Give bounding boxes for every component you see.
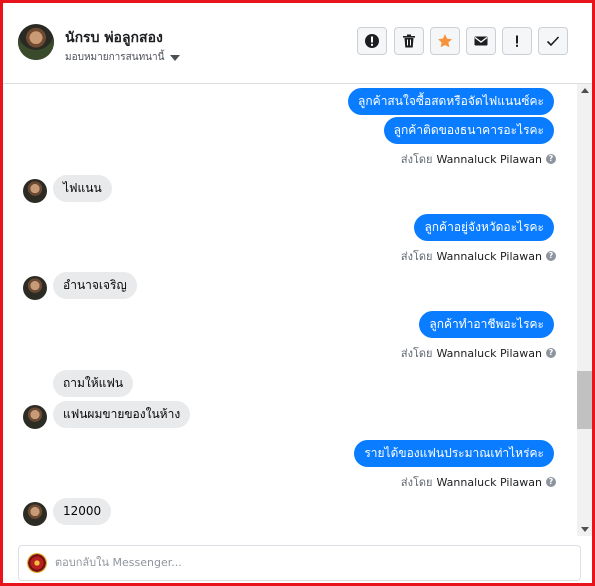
chevron-down-icon <box>170 55 181 61</box>
page-avatar <box>27 553 47 573</box>
incoming-message[interactable]: ไฟแนน <box>53 175 112 202</box>
star-icon <box>438 34 452 48</box>
sent-by-label: ส่งโดย Wannaluck Pilawan ? <box>401 247 556 265</box>
envelope-icon <box>474 36 488 46</box>
delete-button[interactable] <box>394 27 424 55</box>
star-button[interactable] <box>430 27 460 55</box>
assign-label: มอบหมายการสนทนานี้ <box>65 52 165 63</box>
outgoing-message[interactable]: ลูกค้าทำอาชีพอะไรคะ <box>419 311 554 338</box>
sent-by-label: ส่งโดย Wannaluck Pilawan ? <box>401 473 556 491</box>
scroll-down-arrow-icon[interactable] <box>581 527 589 532</box>
mark-spam-button[interactable] <box>357 27 387 55</box>
alert-circle-icon <box>365 34 379 48</box>
sent-by-prefix: ส่งโดย <box>400 476 433 489</box>
contact-avatar-small[interactable] <box>23 276 47 300</box>
follow-up-button[interactable] <box>502 27 532 55</box>
mark-done-button[interactable] <box>538 27 568 55</box>
help-icon[interactable]: ? <box>546 154 556 164</box>
sent-by-prefix: ส่งโดย <box>400 250 433 263</box>
contact-avatar-small[interactable] <box>23 502 47 526</box>
reply-input[interactable] <box>55 556 555 569</box>
incoming-message[interactable]: 12000 <box>53 498 112 525</box>
exclamation-icon <box>516 35 518 47</box>
scrollbar-thumb[interactable] <box>577 371 592 429</box>
sent-by-prefix: ส่งโดย <box>400 153 433 166</box>
scroll-up-arrow-icon[interactable] <box>581 88 589 93</box>
contact-avatar-small[interactable] <box>23 179 47 203</box>
help-icon[interactable]: ? <box>546 477 556 487</box>
contact-avatar[interactable] <box>18 24 54 60</box>
outgoing-message[interactable]: ลูกค้าติดของธนาคารอะไรคะ <box>383 117 554 144</box>
trash-icon <box>403 34 415 48</box>
sender-name[interactable]: Wannaluck Pilawan <box>437 250 543 263</box>
mark-unread-button[interactable] <box>466 27 496 55</box>
sent-by-label: ส่งโดย Wannaluck Pilawan ? <box>401 150 556 168</box>
message-thread[interactable]: ลูกค้าสนใจซื้อสดหรือจัดไฟแนนซ์คะ ลูกค้าต… <box>3 84 577 536</box>
help-icon[interactable]: ? <box>546 251 556 261</box>
help-icon[interactable]: ? <box>546 348 556 358</box>
assign-conversation-dropdown[interactable]: มอบหมายการสนทนานี้ <box>65 50 181 65</box>
sender-name[interactable]: Wannaluck Pilawan <box>437 347 543 360</box>
sent-by-prefix: ส่งโดย <box>400 347 433 360</box>
reply-composer[interactable] <box>18 545 581 581</box>
outgoing-message[interactable]: ลูกค้าสนใจซื้อสดหรือจัดไฟแนนซ์คะ <box>348 88 554 115</box>
contact-name[interactable]: นักรบ พ่อลูกสอง <box>65 27 163 49</box>
sent-by-label: ส่งโดย Wannaluck Pilawan ? <box>401 344 556 362</box>
incoming-message[interactable]: แฟนผมขายของในห้าง <box>53 401 191 428</box>
thread-scrollbar[interactable] <box>577 84 592 536</box>
incoming-message[interactable]: อำนาจเจริญ <box>53 272 137 299</box>
incoming-message[interactable]: ถามให้แฟน <box>53 370 134 397</box>
outgoing-message[interactable]: รายได้ของแฟนประมาณเท่าไหร่คะ <box>354 440 554 467</box>
sender-name[interactable]: Wannaluck Pilawan <box>437 153 543 166</box>
sender-name[interactable]: Wannaluck Pilawan <box>437 476 543 489</box>
contact-avatar-small[interactable] <box>23 405 47 429</box>
check-icon <box>546 36 560 47</box>
conversation-header: นักรบ พ่อลูกสอง มอบหมายการสนทนานี้ <box>3 3 592 84</box>
outgoing-message[interactable]: ลูกค้าอยู่จังหวัดอะไรคะ <box>414 214 554 241</box>
